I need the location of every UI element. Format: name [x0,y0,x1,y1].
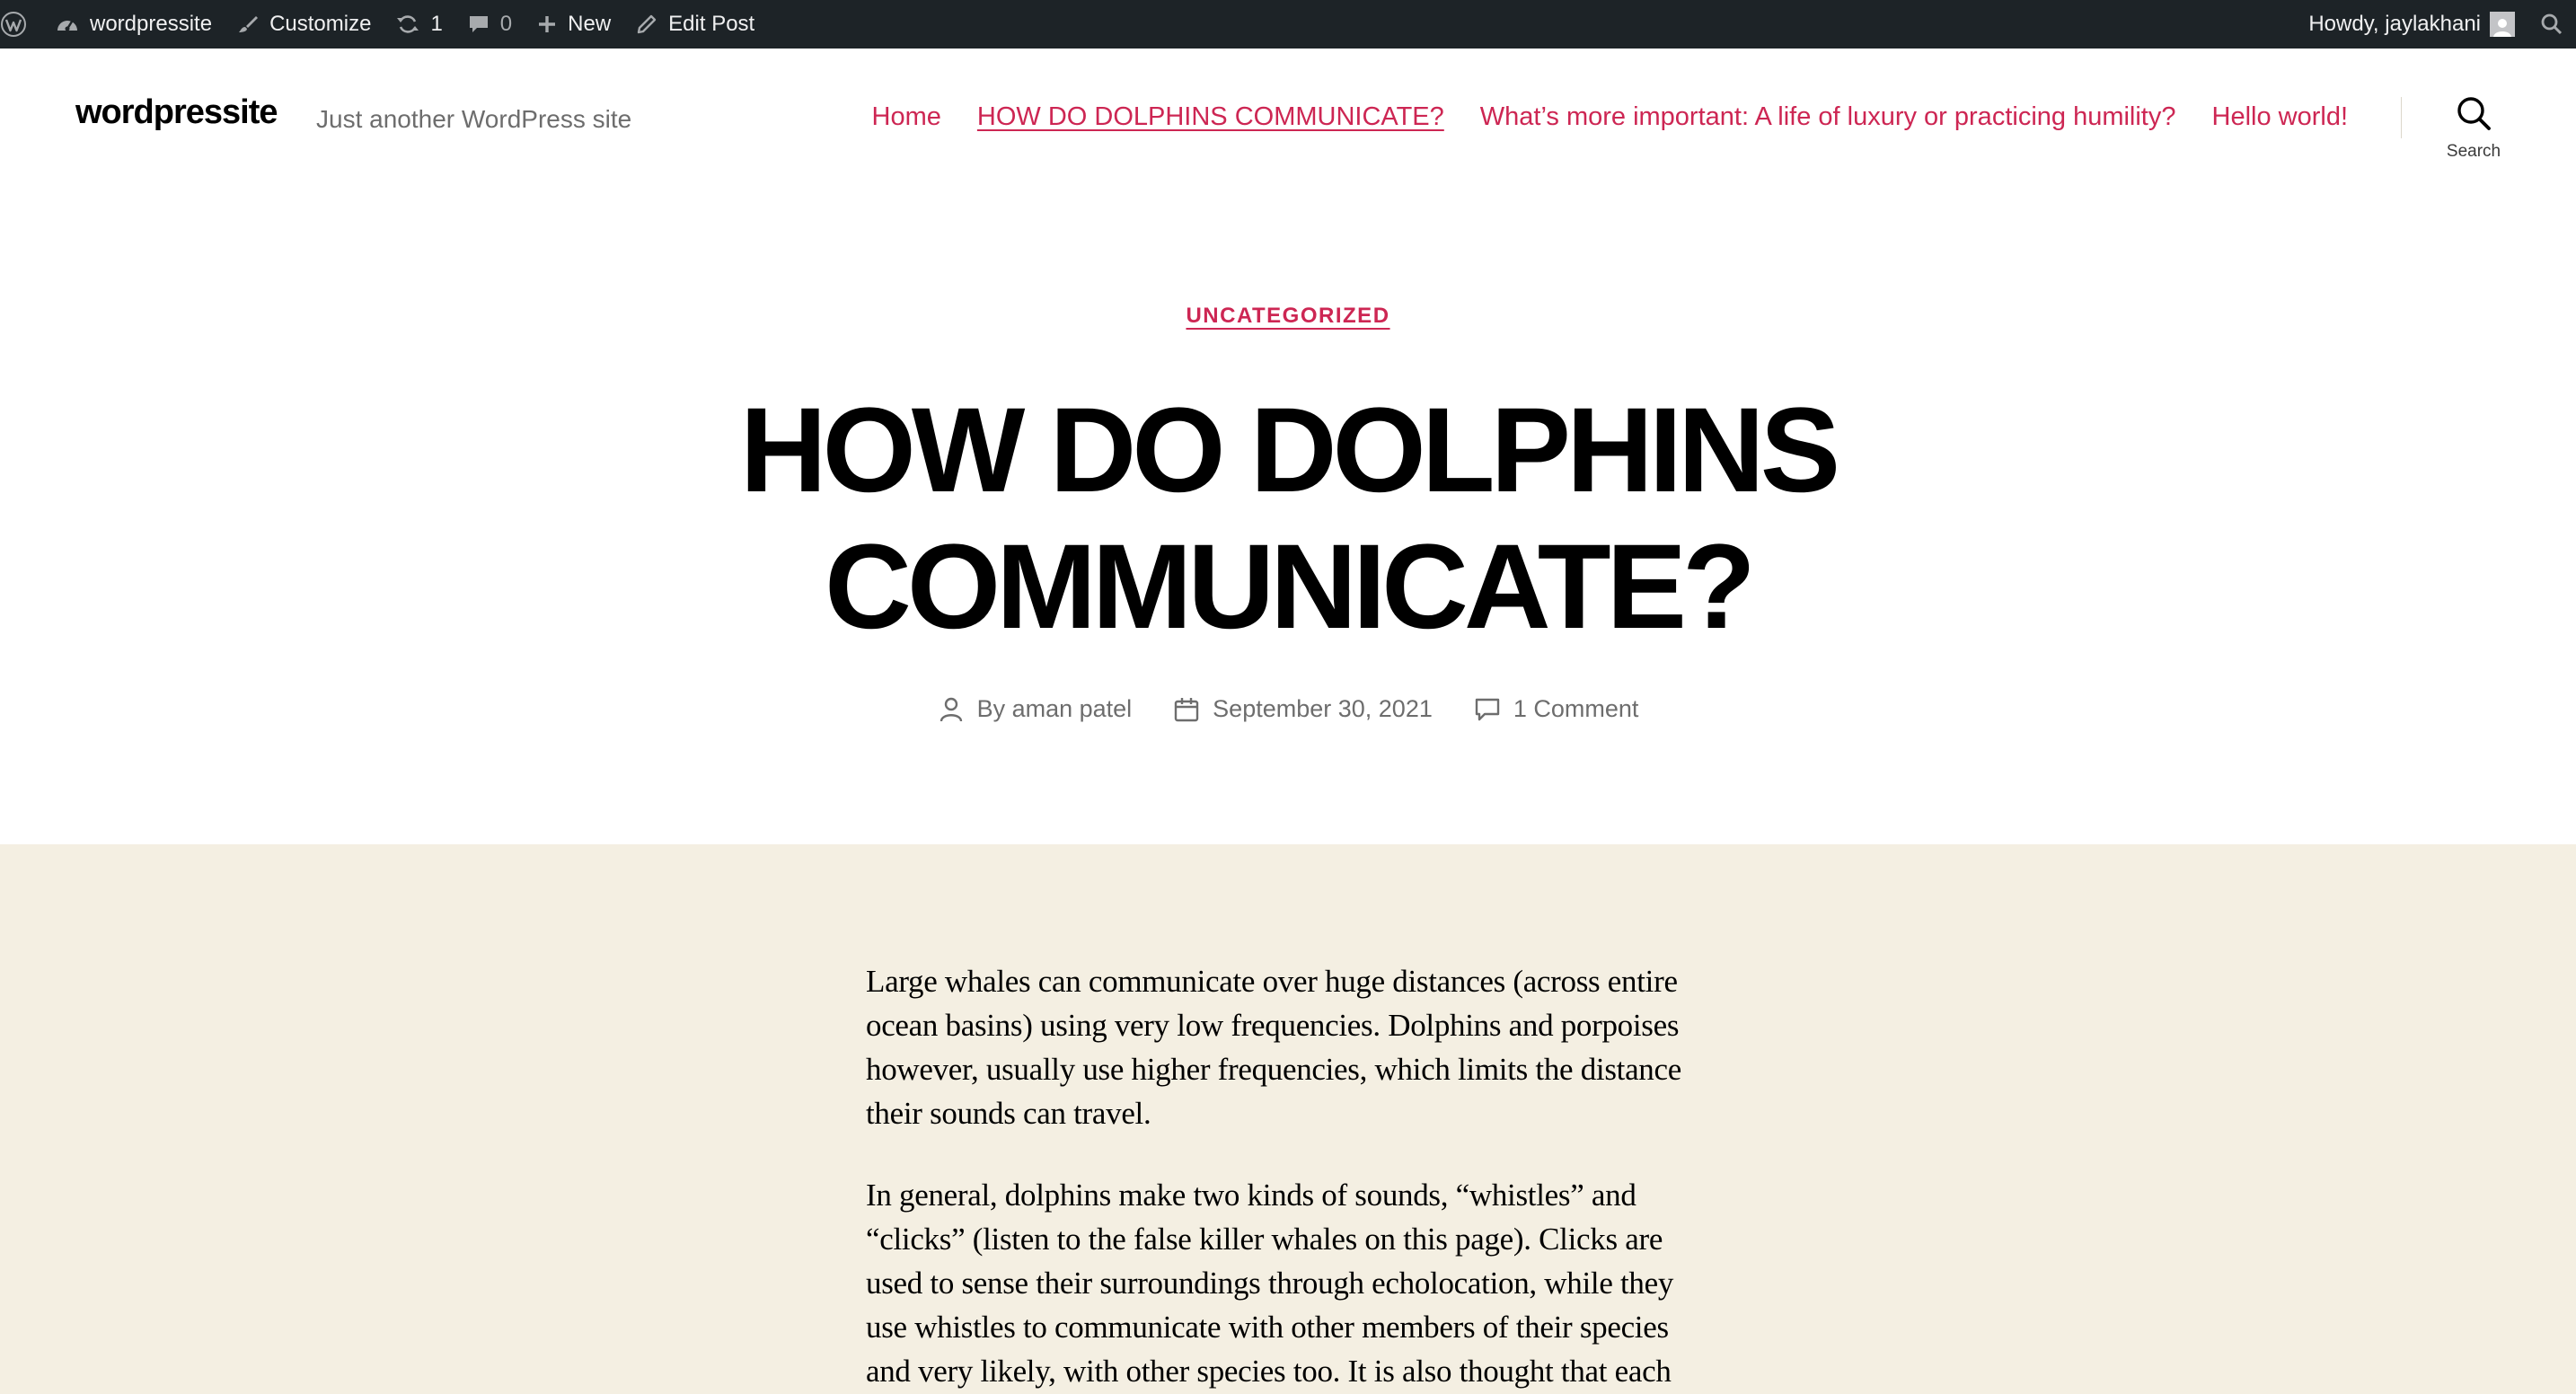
nav-item-luxury-humility[interactable]: What’s more important: A life of luxury … [1480,102,2176,132]
nav-divider [2401,97,2402,138]
search-toggle-button[interactable]: Search [2425,93,2522,162]
wordpress-menu[interactable] [0,0,43,49]
entry-content: Large whales can communicate over huge d… [0,844,2576,1394]
entry-header: UNCATEGORIZED HOW DO DOLPHINS COMMUNICATE… [0,192,2576,844]
post-date[interactable]: September 30, 2021 [1173,695,1433,723]
post-meta: By aman patel September 30, 2021 1 Comme… [0,695,2576,723]
nav-item-hello-world[interactable]: Hello world! [2212,102,2349,132]
paragraph: Large whales can communicate over huge d… [866,964,1681,1131]
my-account-menu[interactable]: Howdy, jaylakhani [2296,0,2527,49]
nav-item-dolphins[interactable]: HOW DO DOLPHINS COMMUNICATE? [977,102,1444,132]
category-label: UNCATEGORIZED [1186,304,1390,328]
customize-label: Customize [269,12,372,36]
updates-count: 1 [430,12,443,36]
comment-icon [1474,696,1501,723]
edit-post-label: Edit Post [668,12,755,36]
search-icon [2540,13,2563,36]
updates-icon [396,13,419,35]
edit-post-link[interactable]: Edit Post [623,0,767,49]
calendar-icon [1173,696,1200,723]
primary-menu: Home HOW DO DOLPHINS COMMUNICATE? What’s… [872,102,2348,132]
dashboard-icon [56,14,79,34]
post-author[interactable]: By aman patel [938,695,1133,723]
site-description: Just another WordPress site [316,105,632,133]
admin-bar: wordpressite Customize 1 0 New Edit Post… [0,0,2576,49]
author-label: By aman patel [976,695,1133,722]
site-name-label: wordpressite [90,12,213,36]
updates-link[interactable]: 1 [384,0,454,49]
person-icon [938,696,965,723]
search-icon [2425,93,2522,133]
page-title: HOW DO DOLPHINS COMMUNICATE? [739,384,1840,654]
customize-link[interactable]: Customize [225,0,384,49]
plus-icon [537,14,557,34]
wordpress-logo-icon [0,11,27,38]
admin-bar-search[interactable] [2527,0,2576,49]
comments-label: 1 Comment [1513,695,1639,722]
category-link[interactable]: UNCATEGORIZED [0,304,2576,329]
comments-count: 0 [499,12,513,36]
post-body: Large whales can communicate over huge d… [866,959,1701,1394]
post-comments-link[interactable]: 1 Comment [1474,695,1639,723]
search-label: Search [2446,142,2501,161]
new-label: New [568,12,612,36]
avatar [2490,12,2515,37]
new-content-menu[interactable]: New [525,0,623,49]
site-name-menu[interactable]: wordpressite [43,0,225,49]
pencil-icon [636,13,657,35]
greeting-label: Howdy, jaylakhani [2308,12,2481,36]
site-header: wordpressite Just another WordPress site… [0,49,2576,192]
paragraph: In general, dolphins make two kinds of s… [866,1178,1674,1389]
comment-bubble-icon [468,13,490,35]
nav-item-home[interactable]: Home [872,102,941,132]
brush-icon [237,13,259,35]
comments-link[interactable]: 0 [455,0,525,49]
site-title-link[interactable]: wordpressite [75,93,278,132]
date-label: September 30, 2021 [1213,695,1433,722]
